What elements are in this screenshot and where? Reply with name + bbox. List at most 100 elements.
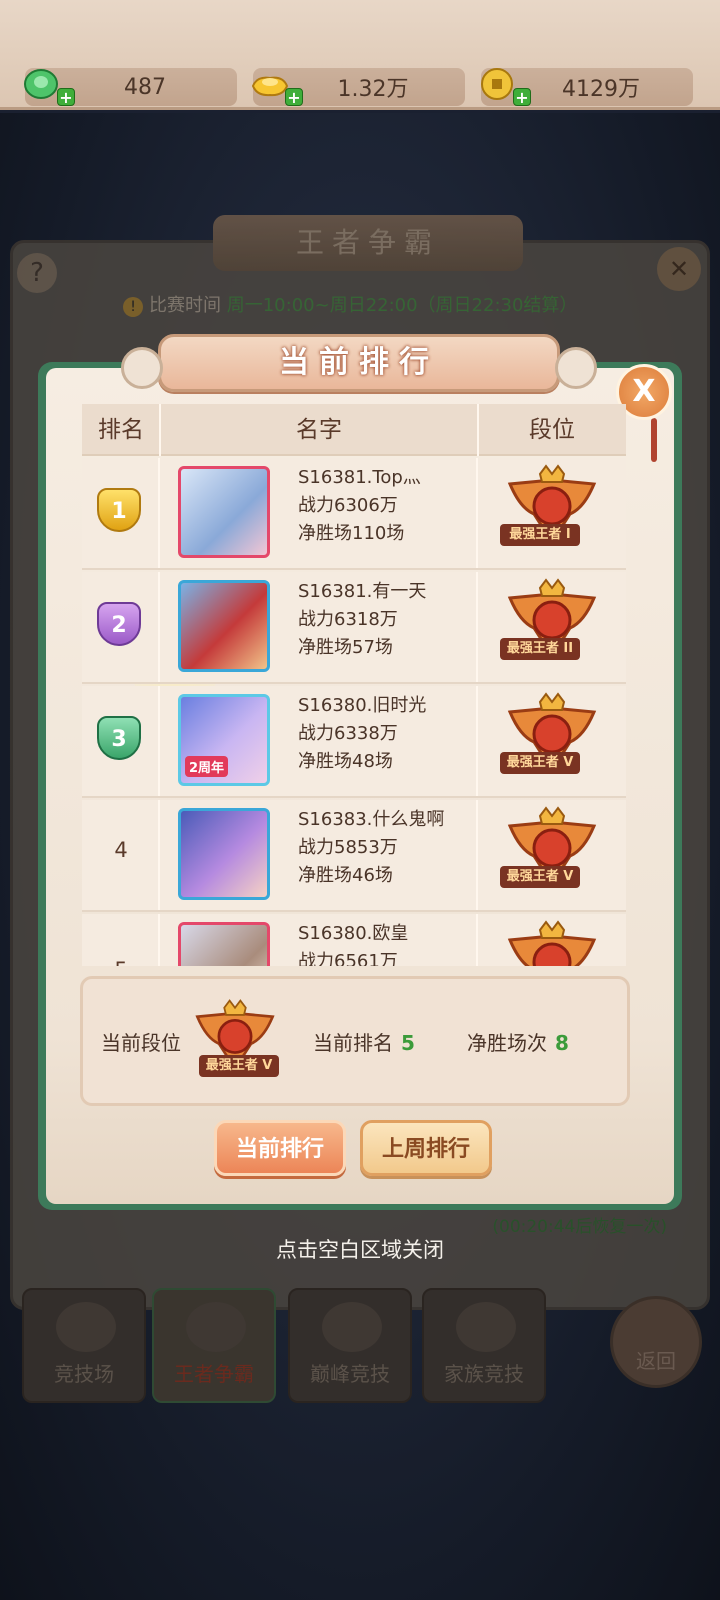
player-name: S16381.Top灬 <box>298 467 421 488</box>
tier-label: 最强王者 I <box>500 524 580 546</box>
player-name: S16381.有一天 <box>298 581 427 602</box>
rank-cell: 5 <box>82 914 160 966</box>
rank-cell: 1 <box>82 458 160 568</box>
tab-peak: 巅峰竞技 <box>288 1288 412 1403</box>
rank-cell: 3 <box>82 686 160 796</box>
gold-medal-icon: 1 <box>97 488 141 532</box>
net-wins-value: 8 <box>555 1031 569 1055</box>
tier-label: 最强王者 V <box>500 752 580 774</box>
player-info: S16381.有一天 战力6318万 净胜场57场 <box>298 578 476 662</box>
tab-king-battle-label: 王者争霸 <box>174 1362 254 1386</box>
tab-peak-label: 巅峰竞技 <box>310 1362 390 1386</box>
player-power: 战力6306万 <box>298 495 398 516</box>
help-icon: ? <box>17 253 57 293</box>
name-cell: S16380.欧皇 战力6561万 <box>160 914 478 966</box>
current-rank-value: 5 <box>401 1031 415 1055</box>
player-power: 战力5853万 <box>298 837 398 858</box>
player-wins: 净胜场110场 <box>298 523 405 544</box>
family-icon <box>456 1302 516 1352</box>
table-header: 排名 名字 段位 <box>82 404 626 456</box>
player-wins: 净胜场46场 <box>298 865 393 886</box>
tier-cell: 最强王者 I <box>478 458 626 568</box>
mode-tabs: 竞技场 王者争霸 巅峰竞技 家族竞技 <box>22 1288 582 1408</box>
resource-coin[interactable]: + 4129万 <box>481 68 693 107</box>
king-tier-badge-icon <box>507 920 597 966</box>
player-name: S16380.欧皇 <box>298 923 409 944</box>
tab-arena: 竞技场 <box>22 1288 146 1403</box>
name-cell: S16383.什么鬼啊 战力5853万 净胜场46场 <box>160 800 478 910</box>
table-row[interactable]: 4 S16383.什么鬼啊 战力5853万 净胜场46场 最强王者 V <box>82 800 626 912</box>
avatar[interactable] <box>178 808 270 900</box>
match-time-label: 比赛时间 <box>149 295 221 316</box>
my-status-panel: 当前段位 最强王者 V 当前排名 5 净胜场次 8 <box>80 976 630 1106</box>
tab-king-battle: 王者争霸 <box>152 1288 276 1403</box>
resource-jade[interactable]: + 487 <box>24 68 237 107</box>
header-rank: 排名 <box>98 417 144 443</box>
green-medal-icon: 3 <box>97 716 141 760</box>
close-icon: X <box>632 374 656 409</box>
add-jade-icon[interactable]: + <box>57 88 75 107</box>
player-info: S16380.旧时光 战力6338万 净胜场48场 <box>298 692 476 776</box>
tab-family-label: 家族竞技 <box>444 1362 524 1386</box>
background-close-icon: ✕ <box>657 247 701 291</box>
name-cell: 2周年 S16380.旧时光 战力6338万 净胜场48场 <box>160 686 478 796</box>
player-info: S16383.什么鬼啊 战力5853万 净胜场46场 <box>298 806 476 890</box>
rank-cell: 2 <box>82 572 160 682</box>
resource-bar: + 487 + 1.32万 + 4129万 <box>0 0 720 110</box>
net-wins-label: 净胜场次 <box>467 1031 547 1055</box>
tier-cell: 最强王者 V <box>478 686 626 796</box>
close-hint: 点击空白区域关闭 <box>276 1238 444 1262</box>
tassel-decoration <box>651 418 657 462</box>
current-ranking-button[interactable]: 当前排行 <box>214 1120 346 1176</box>
tab-arena-label: 竞技场 <box>54 1362 114 1386</box>
match-time-value: 周一10:00~周日22:00（周日22:30结算） <box>226 295 578 316</box>
avatar[interactable] <box>178 580 270 672</box>
header-tier: 段位 <box>529 417 575 443</box>
tier-label: 最强王者 II <box>500 638 580 660</box>
avatar[interactable] <box>178 922 270 966</box>
ranking-table[interactable]: 排名 名字 段位 1 S16381.Top灬 战力6306万 净胜场110场 最… <box>82 404 626 966</box>
my-tier-badge: 最强王者 V <box>187 997 283 1083</box>
last-week-ranking-button[interactable]: 上周排行 <box>360 1120 492 1176</box>
header-name: 名字 <box>296 417 342 443</box>
king-battle-icon <box>186 1302 246 1352</box>
add-gold-icon[interactable]: + <box>285 88 303 107</box>
table-row[interactable]: 5 S16380.欧皇 战力6561万 <box>82 914 626 966</box>
player-power: 战力6318万 <box>298 609 398 630</box>
player-info: S16381.Top灬 战力6306万 净胜场110场 <box>298 464 476 548</box>
dialog-title: 当前排行 <box>279 345 439 380</box>
table-row[interactable]: 2 S16381.有一天 战力6318万 净胜场57场 最强王者 II <box>82 572 626 684</box>
player-name: S16383.什么鬼啊 <box>298 809 445 830</box>
tier-cell <box>478 914 626 966</box>
peak-icon <box>322 1302 382 1352</box>
avatar[interactable]: 2周年 <box>178 694 270 786</box>
rank-number: 5 <box>82 958 160 966</box>
player-power: 战力6561万 <box>298 951 398 966</box>
player-wins: 净胜场48场 <box>298 751 393 772</box>
player-wins: 净胜场57场 <box>298 637 393 658</box>
resource-gold-ingot[interactable]: + 1.32万 <box>251 68 465 107</box>
rank-number: 4 <box>114 838 128 862</box>
background-title: 王者争霸 <box>213 215 523 271</box>
avatar[interactable] <box>178 466 270 558</box>
add-coin-icon[interactable]: + <box>513 88 531 107</box>
dialog-title-plaque: 当前排行 <box>121 334 597 392</box>
anniversary-badge: 2周年 <box>185 756 229 777</box>
current-rank-label: 当前排名 <box>313 1031 393 1055</box>
tier-cell: 最强王者 V <box>478 800 626 910</box>
my-tier-value: 最强王者 V <box>199 1055 279 1077</box>
purple-medal-icon: 2 <box>97 602 141 646</box>
tier-cell: 最强王者 II <box>478 572 626 682</box>
warning-icon: ! <box>123 297 143 317</box>
rank-cell: 4 <box>82 800 160 910</box>
name-cell: S16381.Top灬 战力6306万 净胜场110场 <box>160 458 478 568</box>
current-rank: 当前排名 5 <box>313 1027 415 1056</box>
table-row[interactable]: 3 2周年 S16380.旧时光 战力6338万 净胜场48场 最强王者 V <box>82 686 626 798</box>
current-tier-label: 当前段位 <box>101 1031 181 1055</box>
player-name: S16380.旧时光 <box>298 695 427 716</box>
name-cell: S16381.有一天 战力6318万 净胜场57场 <box>160 572 478 682</box>
match-time: ! 比赛时间 周一10:00~周日22:00（周日22:30结算） <box>123 291 577 317</box>
back-label: 返回 <box>636 1349 676 1373</box>
table-row[interactable]: 1 S16381.Top灬 战力6306万 净胜场110场 最强王者 I <box>82 458 626 570</box>
player-power: 战力6338万 <box>298 723 398 744</box>
